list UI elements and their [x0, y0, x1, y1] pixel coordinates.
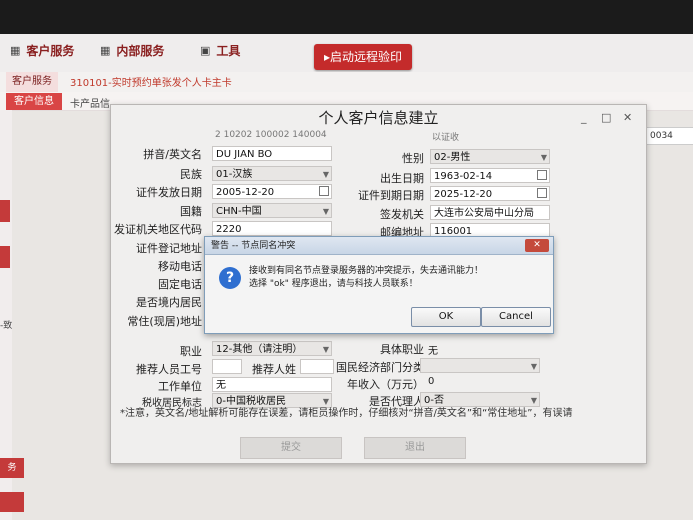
tab-card-product[interactable]: 卡产品信 [70, 95, 110, 110]
transaction-title: 310101-实时预约单张发个人卡主卡 [70, 78, 232, 89]
birth-date-value: 1963-02-14 [434, 171, 493, 182]
issue-date-value: 2005-12-20 [216, 187, 275, 198]
referrer-name-input[interactable] [300, 359, 334, 374]
birth-date-input[interactable]: 1963-02-14 [430, 168, 550, 183]
partial-value: 以证收 [432, 133, 460, 143]
home-address-label: 常住(现居)地址 [127, 315, 202, 328]
calendar-icon [537, 170, 547, 180]
gender-label: 性别 [402, 152, 424, 165]
close-icon[interactable]: ✕ [623, 111, 632, 124]
employer-label: 工作单位 [158, 380, 202, 393]
chevron-down-icon: ▼ [322, 207, 329, 216]
tab-customer-service[interactable]: 客户服务 [6, 72, 58, 92]
ok-button[interactable]: OK [411, 307, 481, 327]
reg-address-label: 证件登记地址 [136, 242, 202, 255]
warning-line-2: 选择 "ok" 程序退出，请与科技人员联系！ [249, 279, 418, 289]
referrer-name-label: 推荐人姓 [252, 363, 296, 376]
chevron-down-icon: ▼ [322, 170, 329, 179]
referrer-id-input[interactable] [212, 359, 242, 374]
dialog-title: 个人客户信息建立 [318, 109, 439, 127]
chevron-down-icon: ▼ [322, 345, 329, 354]
issue-date-label: 证件发放日期 [136, 186, 202, 199]
job-label: 职业 [180, 345, 202, 358]
income-value: 0 [428, 376, 435, 387]
authority-label: 签发机关 [380, 208, 424, 221]
gender-select[interactable]: 02-男性 ▼ [430, 149, 550, 164]
nav-label: 工具 [216, 44, 241, 58]
tool-icon: ▣ [200, 44, 211, 57]
close-icon[interactable]: ✕ [525, 239, 549, 252]
warning-line-1: 接收到有同名节点登录服务器的冲突提示，失去通讯能力！ [249, 266, 484, 276]
birth-date-label: 出生日期 [380, 172, 424, 185]
country-value: CHN-中国 [216, 206, 262, 217]
tab-customer-info[interactable]: 客户信息 [6, 93, 62, 110]
remote-verify-button[interactable]: ▸启动远程验印 [314, 44, 413, 70]
job-detail-value: 无 [428, 346, 438, 357]
nav-tools[interactable]: ▣ 工具 [200, 42, 240, 59]
monitor-bezel [0, 0, 693, 34]
pinyin-input[interactable]: DU JIAN BO [212, 146, 332, 161]
warning-dialog: 警告 -- 节点同名冲突 ✕ ? 接收到有同名节点登录服务器的冲突提示，失去通讯… [204, 236, 554, 334]
industry-select[interactable]: ▼ [420, 358, 540, 373]
mobile-label: 移动电话 [158, 260, 202, 273]
calendar-icon [319, 186, 329, 196]
ethnic-value: 01-汉族 [216, 169, 253, 180]
left-bottom-block [0, 492, 24, 512]
left-marker [0, 200, 10, 222]
industry-label: 国民经济部门分类 [336, 361, 424, 374]
grid-icon: ▦ [100, 44, 111, 57]
employer-input[interactable]: 无 [212, 377, 332, 392]
job-value: 12-其他（请注明） [216, 344, 303, 355]
grid-icon: ▦ [10, 44, 21, 57]
ethnic-select[interactable]: 01-汉族 ▼ [212, 166, 332, 181]
expire-date-label: 证件到期日期 [358, 189, 424, 202]
warning-message: 接收到有同名节点登录服务器的冲突提示，失去通讯能力！ 选择 "ok" 程序退出，… [249, 265, 483, 291]
expire-date-value: 2025-12-20 [434, 189, 493, 200]
job-select[interactable]: 12-其他（请注明） ▼ [212, 341, 332, 356]
country-select[interactable]: CHN-中国 ▼ [212, 203, 332, 218]
referrer-id-label: 推荐人员工号 [136, 363, 202, 376]
left-bottom-tab[interactable]: 务 [0, 458, 24, 478]
authority-input[interactable]: 大连市公安局中山分局 [430, 205, 550, 220]
gender-value: 02-男性 [434, 152, 471, 163]
pinyin-label: 拼音/英文名 [143, 148, 202, 161]
calendar-icon [537, 188, 547, 198]
issue-date-input[interactable]: 2005-12-20 [212, 184, 332, 199]
submit-button[interactable]: 提交 [240, 437, 342, 459]
region-code-label: 发证机关地区代码 [114, 223, 202, 236]
resident-label: 是否境内居民 [136, 296, 202, 309]
nav-customer-service[interactable]: ▦ 客户服务 [10, 42, 74, 59]
screen: ▦ 客户服务 ▦ 内部服务 ▣ 工具 ▸启动远程验印 客户服务 310101-实… [0, 0, 693, 520]
id-number-partial: 2 10202 100002 140004 [215, 130, 327, 140]
income-label: 年收入（万元） [347, 378, 424, 391]
job-detail-label: 具体职业 [380, 343, 424, 356]
country-label: 国籍 [180, 205, 202, 218]
notice-text: *注意，英文名/地址解析可能存在误差，请柜员操作时，仔细核对“拼音/英文名”和“… [120, 408, 573, 419]
nav-label: 客户服务 [26, 44, 75, 58]
chevron-down-icon: ▼ [530, 362, 537, 371]
nav-internal-service[interactable]: ▦ 内部服务 [100, 42, 164, 59]
warning-title: 警告 -- 节点同名冲突 [205, 237, 553, 255]
background-field: 0034 [645, 127, 693, 145]
cancel-button[interactable]: Cancel [481, 307, 551, 327]
chevron-down-icon: ▼ [540, 153, 547, 162]
left-marker [0, 246, 10, 268]
ethnic-label: 民族 [180, 168, 202, 181]
left-text: -致 [0, 321, 13, 331]
maximize-icon[interactable]: □ [601, 111, 611, 124]
question-icon: ? [219, 267, 241, 289]
region-code-input[interactable]: 2220 [212, 221, 332, 236]
nav-label: 内部服务 [116, 44, 165, 58]
phone-label: 固定电话 [158, 278, 202, 291]
exit-button[interactable]: 退出 [364, 437, 466, 459]
minimize-icon[interactable]: _ [581, 111, 587, 124]
expire-date-input[interactable]: 2025-12-20 [430, 186, 550, 201]
